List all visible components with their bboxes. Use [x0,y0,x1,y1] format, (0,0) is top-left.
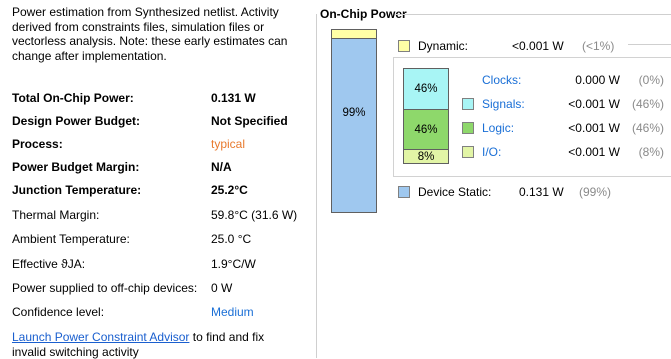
dynamic-breakdown-bar: 46% 46% 8% [403,68,449,164]
row-label: Process: [12,137,63,151]
row-value: 0.131 W [211,91,256,105]
static-value: 0.131 W [519,185,564,199]
static-percent: (99%) [579,185,612,199]
signals-value: <0.001 W [568,97,620,111]
dynamic-connector-line [628,44,671,45]
static-swatch [398,186,410,198]
dynamic-swatch [398,40,410,52]
io-legend: I/O: <0.001 W (8%) [462,145,664,159]
summary-intro-text: Power estimation from Synthesized netlis… [12,5,288,63]
static-label: Device Static: [418,185,492,199]
on-chip-power-title: On-Chip Power [320,7,407,21]
ambient-temperature-row: Ambient Temperature: 25.0 °C [12,231,312,247]
clocks-legend: Clocks: 0.000 W (0%) [462,73,664,87]
confidence-level-row: Confidence level: Medium [12,304,312,320]
thermal-margin-row: Thermal Margin: 59.8°C (31.6 W) [12,207,312,223]
logic-link[interactable]: Logic: [482,121,552,135]
logic-legend: Logic: <0.001 W (46%) [462,121,664,135]
panel-divider [316,14,317,358]
total-on-chip-power-row: Total On-Chip Power: 0.131 W [12,90,312,106]
effective-theta-ja-row: Effective ϑJA: 1.9°C/W [12,256,312,272]
row-value: 25.2°C [211,183,248,197]
groupbox-top-border [396,14,671,15]
dynamic-percent: (<1%) [582,39,615,53]
static-bar-segment: 99% [331,39,377,213]
row-label: Power supplied to off-chip devices: [12,281,198,295]
row-label: Design Power Budget: [12,114,141,128]
clocks-percent: (0%) [638,73,664,87]
io-link[interactable]: I/O: [482,145,552,159]
dynamic-legend: Dynamic: <0.001 W (<1%) [398,39,614,53]
signals-swatch [462,98,474,110]
design-power-budget-row: Design Power Budget: Not Specified [12,113,312,129]
clocks-value: 0.000 W [575,73,620,87]
row-value: 0 W [211,281,233,295]
footnote-line2: invalid switching activity [12,344,139,359]
io-segment: 8% [404,149,448,163]
dynamic-value: <0.001 W [512,39,564,53]
io-swatch [462,146,474,158]
logic-segment: 46% [404,109,448,149]
row-value: 59.8°C (31.6 W) [211,208,298,222]
row-label: Thermal Margin: [12,208,100,222]
signals-link[interactable]: Signals: [482,97,552,111]
row-label: Effective ϑJA: [12,257,86,271]
row-value: Not Specified [211,114,288,128]
device-static-legend: Device Static: 0.131 W (99%) [398,185,611,199]
dynamic-bar-segment [331,29,377,39]
row-label: Total On-Chip Power: [12,91,134,105]
advisor-footnote: Launch Power Constraint Advisor to find … [12,330,312,359]
clocks-link[interactable]: Clocks: [482,73,552,87]
signals-segment: 46% [404,69,448,109]
process-row: Process: typical [12,136,312,152]
power-summary-panel: Power estimation from Synthesized netlis… [0,0,312,359]
junction-temperature-row: Junction Temperature: 25.2°C [12,182,312,198]
signals-percent: (46%) [631,97,664,111]
confidence-level-link[interactable]: Medium [211,304,254,320]
off-chip-power-row: Power supplied to off-chip devices: 0 W [12,280,312,296]
signals-legend: Signals: <0.001 W (46%) [462,97,664,111]
row-value: N/A [211,160,232,174]
process-value-link[interactable]: typical [211,136,245,152]
logic-swatch [462,122,474,134]
row-value: 1.9°C/W [211,257,256,271]
footnote-suffix: to find and fix [189,330,265,344]
static-bar-percent: 99% [342,107,366,119]
logic-value: <0.001 W [568,121,620,135]
row-label: Junction Temperature: [12,183,142,197]
logic-percent: (46%) [631,121,664,135]
io-percent: (8%) [638,145,664,159]
power-budget-margin-row: Power Budget Margin: N/A [12,159,312,175]
launch-power-constraint-advisor-link[interactable]: Launch Power Constraint Advisor [12,330,189,344]
row-value: 25.0 °C [211,232,252,246]
row-label: Ambient Temperature: [12,232,130,246]
row-label: Confidence level: [12,305,105,319]
io-value: <0.001 W [568,145,620,159]
dynamic-label: Dynamic: [418,39,469,53]
row-label: Power Budget Margin: [12,160,140,174]
